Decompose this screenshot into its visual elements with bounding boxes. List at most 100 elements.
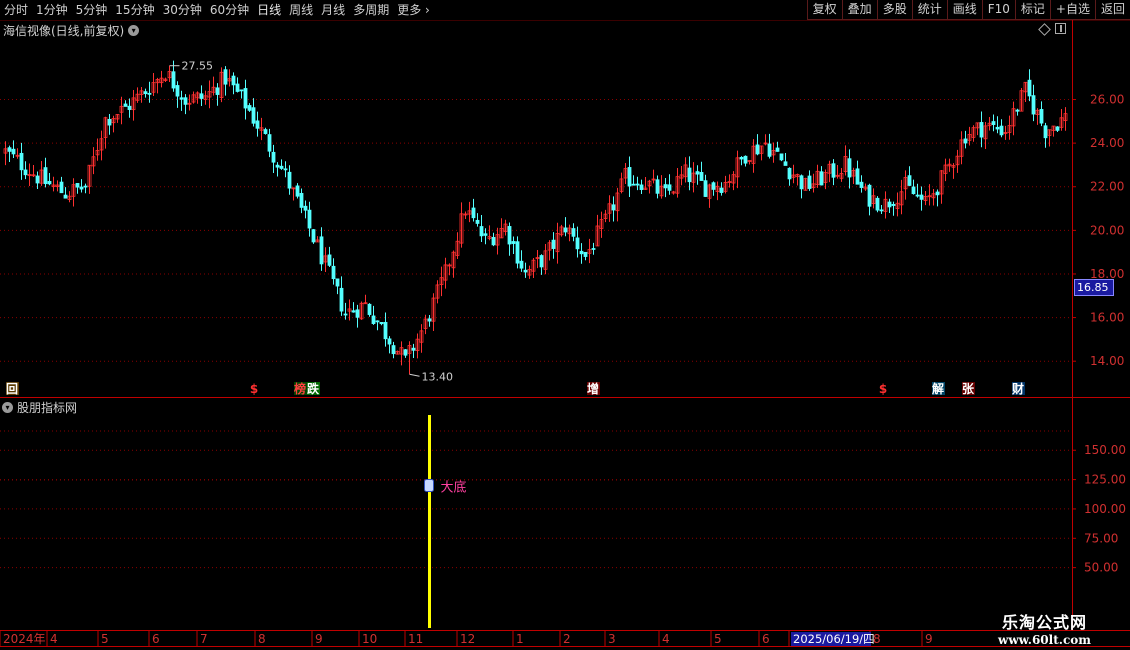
- watermark-title: 乐淘公式网: [1001, 613, 1087, 632]
- candle-down: [143, 91, 148, 95]
- candle-down: [127, 105, 132, 110]
- low-pointer: [409, 373, 420, 377]
- candle-down: [255, 120, 260, 129]
- ind-tick-label: 75.00: [1084, 531, 1118, 545]
- candle-down: [743, 155, 748, 164]
- date-label: 4: [50, 632, 58, 646]
- candle-down: [83, 185, 88, 188]
- candle-down: [515, 241, 520, 264]
- candle-down: [179, 97, 184, 100]
- candle-down: [783, 161, 788, 166]
- candle-down: [267, 134, 272, 152]
- candle-down: [799, 175, 804, 190]
- candle-down: [571, 228, 576, 237]
- candle-down: [23, 169, 28, 176]
- candle-down: [247, 105, 252, 111]
- candle-down: [787, 167, 792, 180]
- candle-down: [199, 93, 204, 99]
- candle-down: [995, 126, 1000, 130]
- candle-down: [295, 185, 300, 197]
- indicator-title: 股朋指标网: [17, 401, 78, 415]
- candle-down: [519, 260, 524, 269]
- event-marker: 张: [962, 381, 975, 396]
- candle-down: [695, 171, 700, 175]
- event-marker: 榜: [294, 381, 306, 396]
- candle-down: [807, 175, 812, 189]
- event-marker: 回: [6, 382, 18, 396]
- date-label: 10: [362, 632, 377, 646]
- main-tick-label: 24.00: [1090, 136, 1124, 150]
- candle-down: [755, 144, 760, 155]
- candle-down: [979, 122, 984, 138]
- candle-down: [919, 194, 924, 200]
- candle-down: [183, 97, 188, 105]
- candle-down: [327, 254, 332, 266]
- candle-down: [147, 92, 152, 95]
- ind-tick-label: 100.00: [1084, 502, 1126, 516]
- candle-down: [243, 88, 248, 109]
- candle-down: [507, 226, 512, 245]
- candle-down: [819, 171, 824, 186]
- indicator-title-bar: ▾ 股朋指标网: [2, 399, 78, 416]
- candle-down: [687, 167, 692, 183]
- candle-down: [579, 250, 584, 255]
- candle-down: [879, 209, 884, 212]
- candle-down: [319, 236, 324, 265]
- date-label: 12: [460, 632, 475, 646]
- candle-down: [343, 313, 348, 316]
- ind-tick-label: 150.00: [1084, 443, 1126, 457]
- candle-down: [299, 192, 304, 208]
- date-label: 8: [258, 632, 266, 646]
- candle-down: [631, 183, 636, 186]
- candle-down: [867, 184, 872, 207]
- candle-down: [279, 165, 284, 169]
- candle-down: [767, 143, 772, 157]
- candle-down: [891, 204, 896, 206]
- candle-down: [831, 163, 836, 178]
- candle-down: [275, 164, 280, 168]
- candle-down: [591, 248, 596, 250]
- candle-down: [583, 251, 588, 257]
- candle-down: [235, 83, 240, 92]
- date-label: 4: [662, 632, 670, 646]
- candle-down: [375, 320, 380, 323]
- candle-down: [539, 255, 544, 268]
- chevron-down-icon[interactable]: ▾: [128, 25, 140, 36]
- event-marker: $: [879, 382, 887, 396]
- main-tick-label: 16.00: [1090, 311, 1124, 325]
- high-label: 27.55: [182, 60, 214, 73]
- kline-chart[interactable]: 14.0016.0018.0020.0022.0024.0026.0050.00…: [0, 0, 1130, 650]
- candle-down: [667, 184, 672, 191]
- candle-down: [35, 175, 40, 184]
- date-label: 2024年: [3, 632, 46, 646]
- candle-down: [79, 186, 84, 190]
- candle-down: [383, 321, 388, 340]
- candle-down: [655, 179, 660, 194]
- candle-down: [511, 241, 516, 244]
- candle-down: [999, 125, 1004, 136]
- candle-down: [403, 349, 408, 356]
- date-label: 3: [608, 632, 616, 646]
- chevron-down-icon[interactable]: ▾: [2, 402, 13, 413]
- candle-down: [47, 180, 52, 185]
- candle-down: [1027, 79, 1032, 97]
- candle-down: [411, 347, 416, 351]
- ind-tick-label: 125.00: [1084, 473, 1126, 487]
- candle-down: [387, 338, 392, 345]
- candle-down: [627, 167, 632, 187]
- candle-down: [311, 229, 316, 243]
- candle-down: [331, 265, 336, 280]
- candle-down: [355, 309, 360, 318]
- panel-toggle-icon[interactable]: [1055, 23, 1066, 34]
- chart-title-bar: 海信视像(日线,前复权) ▾: [3, 22, 140, 39]
- chart-title: 海信视像(日线,前复权): [3, 24, 125, 38]
- diamond-icon[interactable]: [1038, 23, 1051, 36]
- candle-down: [215, 87, 220, 95]
- candle-down: [855, 168, 860, 185]
- candle-down: [371, 315, 376, 324]
- candle-down: [263, 129, 268, 134]
- candle-down: [711, 182, 716, 190]
- candle-down: [339, 287, 344, 312]
- candle-down: [491, 237, 496, 246]
- candle-down: [635, 183, 640, 186]
